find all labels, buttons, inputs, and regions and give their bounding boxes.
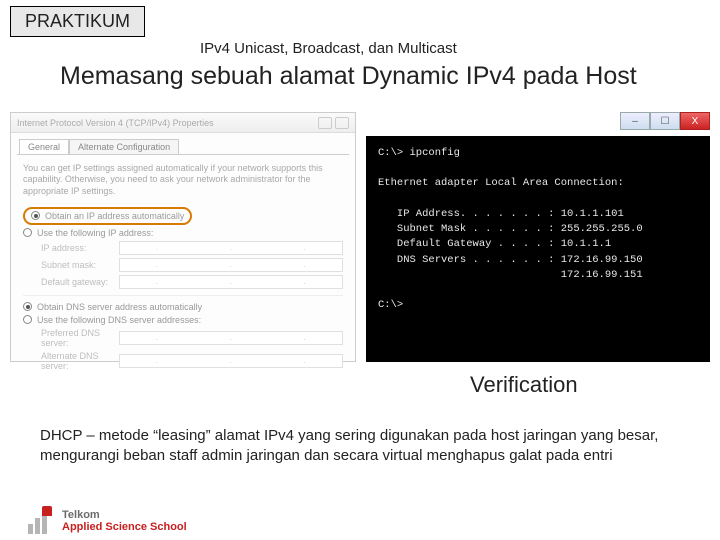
console-line: 172.16.99.151 (378, 269, 643, 281)
console-line: Default Gateway . . . . : 10.1.1.1 (378, 238, 611, 250)
radio-label: Obtain an IP address automatically (45, 211, 184, 221)
command-prompt: C:\> ipconfig Ethernet adapter Local Are… (366, 136, 710, 362)
close-button[interactable]: X (680, 112, 710, 130)
field-subnet-mask: Subnet mask: ... (41, 258, 343, 272)
radio-icon (23, 228, 32, 237)
description-text: DHCP – metode “leasing” alamat IPv4 yang… (40, 426, 680, 465)
close-icon[interactable] (335, 117, 349, 129)
verification-label: Verification (470, 372, 578, 398)
slide-subtitle: IPv4 Unicast, Broadcast, dan Multicast (200, 40, 457, 57)
alternate-dns-input[interactable]: ... (119, 354, 343, 368)
ip-address-input[interactable]: ... (119, 241, 343, 255)
dialog-intro-text: You can get IP settings assigned automat… (23, 163, 343, 197)
gateway-input[interactable]: ... (119, 275, 343, 289)
ipv4-properties-dialog: Internet Protocol Version 4 (TCP/IPv4) P… (10, 112, 356, 362)
slide-title: Memasang sebuah alamat Dynamic IPv4 pada… (60, 62, 710, 91)
field-default-gateway: Default gateway: ... (41, 275, 343, 289)
radio-icon (31, 211, 40, 220)
radio-dns-auto[interactable]: Obtain DNS server address automatically (23, 302, 343, 312)
console-panel: – ☐ X C:\> ipconfig Ethernet adapter Loc… (366, 112, 710, 362)
radio-label: Use the following DNS server addresses: (37, 315, 201, 325)
radio-icon (23, 302, 32, 311)
field-ip-address: IP address: ... (41, 241, 343, 255)
praktikum-badge: PRAKTIKUM (10, 6, 145, 37)
minimize-button[interactable]: – (620, 112, 650, 130)
radio-obtain-auto[interactable]: Obtain an IP address automatically (23, 207, 343, 225)
field-alternate-dns: Alternate DNS server: ... (41, 351, 343, 371)
console-line: DNS Servers . . . . . . : 172.16.99.150 (378, 254, 643, 266)
radio-dns-manual[interactable]: Use the following DNS server addresses: (23, 315, 343, 325)
subnet-mask-input[interactable]: ... (119, 258, 343, 272)
console-line: C:\> ipconfig (378, 147, 460, 159)
logo-text: Telkom Applied Science School (62, 509, 187, 533)
dialog-title: Internet Protocol Version 4 (TCP/IPv4) P… (17, 118, 214, 128)
radio-label: Obtain DNS server address automatically (37, 302, 202, 312)
dialog-titlebar: Internet Protocol Version 4 (TCP/IPv4) P… (11, 113, 355, 133)
console-line: Ethernet adapter Local Area Connection: (378, 177, 624, 189)
help-icon[interactable] (318, 117, 332, 129)
preferred-dns-input[interactable]: ... (119, 331, 343, 345)
radio-label: Use the following IP address: (37, 228, 153, 238)
tab-alternate-config[interactable]: Alternate Configuration (69, 139, 179, 154)
console-line: Subnet Mask . . . . . . : 255.255.255.0 (378, 223, 643, 235)
tab-general[interactable]: General (19, 139, 69, 154)
dialog-body: You can get IP settings assigned automat… (17, 154, 349, 382)
console-line: IP Address. . . . . . . : 10.1.1.101 (378, 208, 624, 220)
telkom-logo: Telkom Applied Science School (28, 508, 187, 534)
window-controls: – ☐ X (620, 112, 710, 130)
dialog-tabs: General Alternate Configuration (19, 139, 355, 154)
radio-icon (23, 315, 32, 324)
logo-icon (28, 508, 54, 534)
content-panels: Internet Protocol Version 4 (TCP/IPv4) P… (10, 112, 710, 362)
field-preferred-dns: Preferred DNS server: ... (41, 328, 343, 348)
radio-use-following-ip[interactable]: Use the following IP address: (23, 228, 343, 238)
console-line: C:\> (378, 299, 403, 311)
maximize-button[interactable]: ☐ (650, 112, 680, 130)
